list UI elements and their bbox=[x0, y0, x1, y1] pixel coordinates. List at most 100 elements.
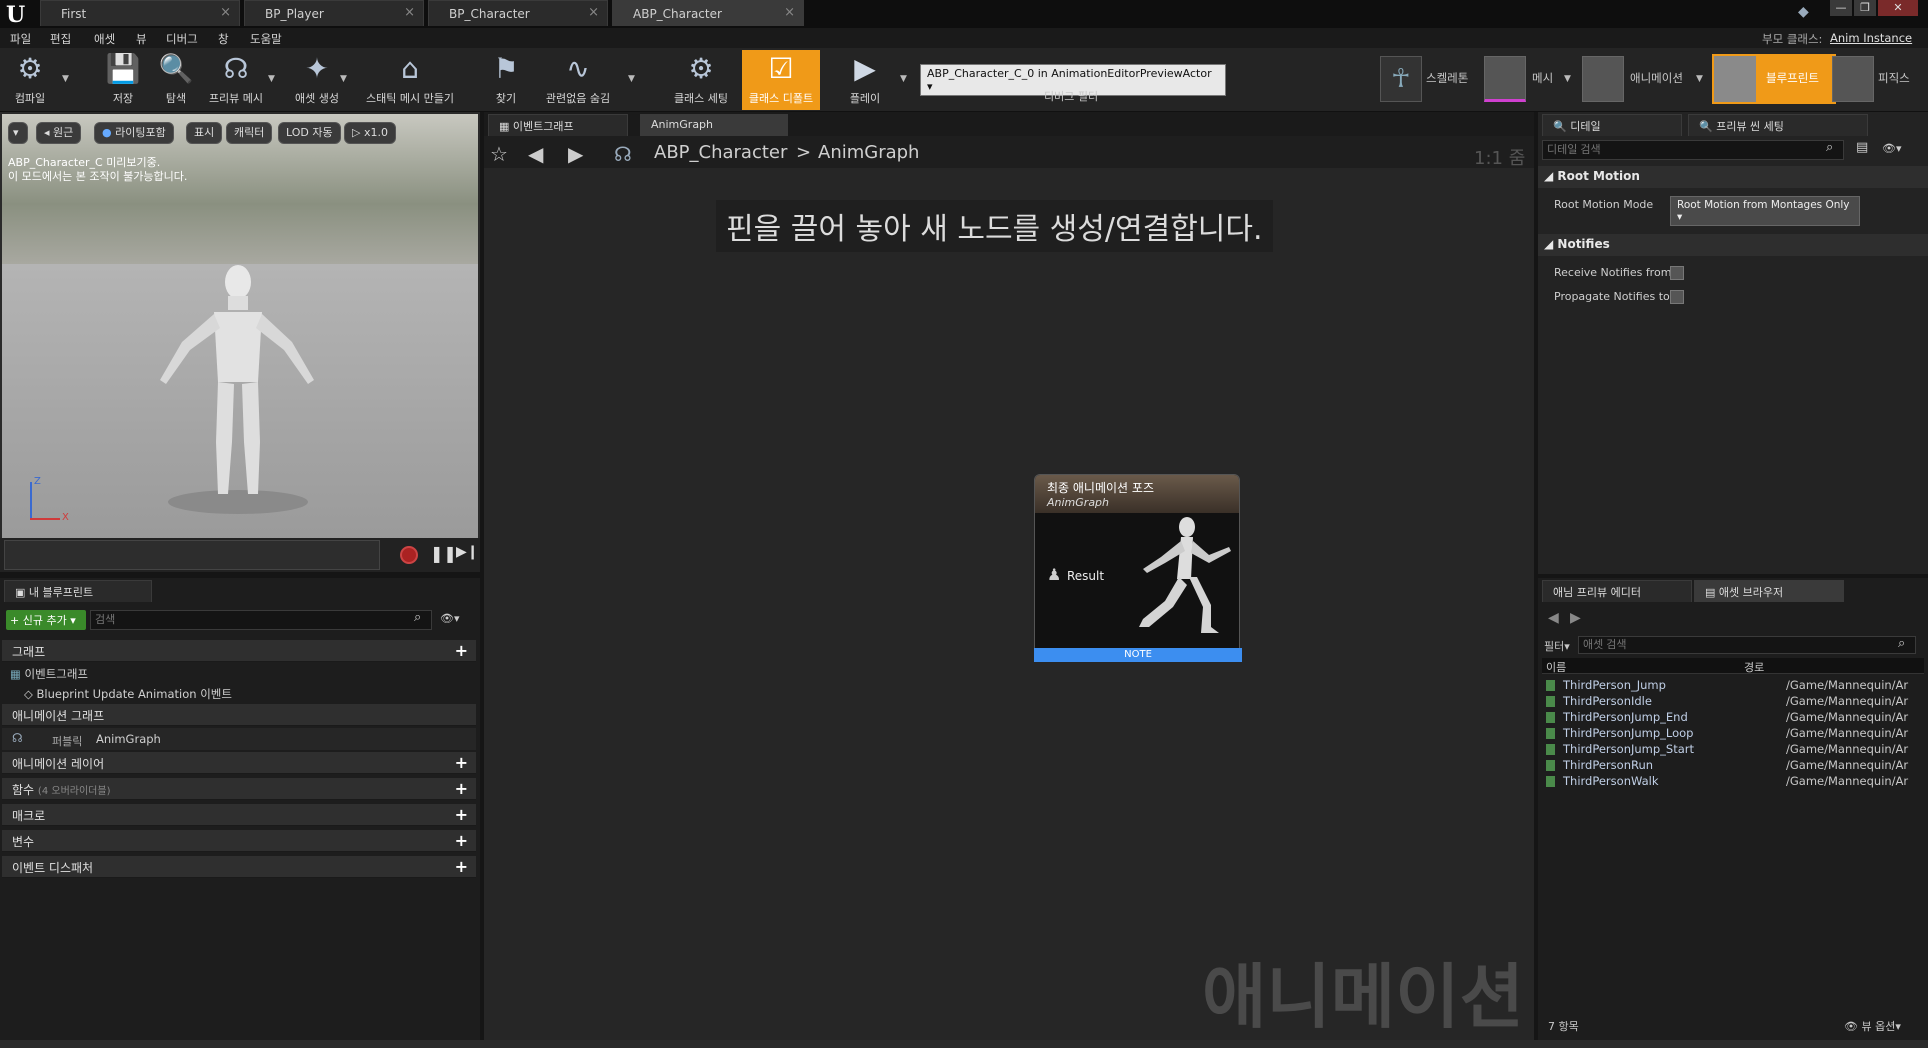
anim-graphs-section[interactable]: 애니메이션 그래프 bbox=[2, 704, 476, 726]
menu-window[interactable]: 창 bbox=[218, 31, 229, 47]
menu-file[interactable]: 파일 bbox=[10, 31, 31, 47]
bottom-scrollbar[interactable] bbox=[0, 1040, 1928, 1048]
menu-help[interactable]: 도움말 bbox=[250, 31, 282, 47]
make-static-mesh-button[interactable]: ⌂ 스태틱 메시 만들기 bbox=[360, 50, 460, 110]
doc-tab-abp-character[interactable]: ABP_Character × bbox=[612, 0, 804, 26]
timeline-track[interactable] bbox=[4, 540, 380, 570]
browse-button[interactable]: 🔍 탐색 bbox=[152, 50, 200, 110]
close-icon[interactable]: × bbox=[588, 5, 599, 20]
graphs-section[interactable]: 그래프 + bbox=[2, 640, 476, 662]
forward-arrow-icon[interactable]: ▶ bbox=[1570, 610, 1581, 626]
note-bar[interactable]: NOTE bbox=[1034, 648, 1242, 662]
functions-section[interactable]: 함수 (4 오버라이더블) + bbox=[2, 778, 476, 800]
mesh-mode-icon[interactable] bbox=[1484, 56, 1526, 102]
chevron-down-icon[interactable]: ▼ bbox=[1696, 74, 1703, 84]
asset-row[interactable]: ThirdPersonWalk/Game/Mannequin/Ar bbox=[1546, 774, 1926, 790]
receive-notifies-checkbox[interactable] bbox=[1670, 266, 1684, 280]
asset-row[interactable]: ThirdPerson_Jump/Game/Mannequin/Ar bbox=[1546, 678, 1926, 694]
filter-button[interactable]: 필터▾ bbox=[1544, 638, 1570, 654]
save-button[interactable]: 💾 저장 bbox=[100, 50, 146, 110]
doc-tab-bp-player[interactable]: BP_Player × bbox=[244, 0, 424, 26]
event-dispatchers-section[interactable]: 이벤트 디스패처 + bbox=[2, 856, 476, 878]
add-function-plus-icon[interactable]: + bbox=[455, 779, 468, 798]
asset-row[interactable]: ThirdPersonJump_Loop/Game/Mannequin/Ar bbox=[1546, 726, 1926, 742]
doc-tab-bp-character[interactable]: BP_Character × bbox=[428, 0, 608, 26]
list-view-icon[interactable]: ▤ bbox=[1856, 140, 1868, 155]
asset-row[interactable]: ThirdPersonRun/Game/Mannequin/Ar bbox=[1546, 758, 1926, 774]
tab-anim-preview-editor[interactable]: 애님 프리뷰 에디터 bbox=[1542, 580, 1692, 602]
viewport-options-button[interactable]: ▾ bbox=[8, 122, 28, 144]
tab-asset-browser[interactable]: ▤ 애셋 브라우저 bbox=[1694, 580, 1844, 602]
visibility-eye-icon[interactable]: 👁▾ bbox=[1882, 142, 1902, 155]
chevron-down-icon[interactable]: ▼ bbox=[340, 74, 347, 84]
variables-section[interactable]: 변수 + bbox=[2, 830, 476, 852]
add-graph-plus-icon[interactable]: + bbox=[455, 641, 468, 660]
asset-row[interactable]: ThirdPersonJump_Start/Game/Mannequin/Ar bbox=[1546, 742, 1926, 758]
graph-canvas[interactable] bbox=[484, 168, 1534, 1048]
skeleton-mode-label[interactable]: 스켈레톤 bbox=[1426, 70, 1468, 86]
event-graph-item[interactable]: ▦ 이벤트그래프 bbox=[10, 666, 88, 682]
blueprint-mode-button[interactable]: 블루프린트 bbox=[1712, 54, 1836, 104]
close-window-icon[interactable]: ✕ bbox=[1878, 0, 1918, 16]
col-name-header[interactable]: 이름 bbox=[1546, 659, 1566, 675]
restore-icon[interactable]: ❐ bbox=[1854, 0, 1876, 16]
step-forward-icon[interactable]: ▶❙ bbox=[456, 544, 479, 560]
play-button[interactable]: ▶ 플레이 bbox=[838, 50, 892, 110]
back-arrow-icon[interactable]: ◀ bbox=[1548, 610, 1559, 626]
menu-debug[interactable]: 디버그 bbox=[166, 31, 198, 47]
lit-button[interactable]: ● 라이팅포함 bbox=[94, 122, 174, 144]
forward-arrow-icon[interactable]: ▶ bbox=[568, 142, 583, 166]
character-button[interactable]: 캐릭터 bbox=[226, 122, 273, 144]
macros-section[interactable]: 매크로 + bbox=[2, 804, 476, 826]
skeleton-mode-icon[interactable]: ☥ bbox=[1380, 56, 1422, 102]
physics-mode-label[interactable]: 피직스 bbox=[1878, 70, 1910, 86]
tab-details[interactable]: 🔍 디테일 bbox=[1542, 114, 1682, 136]
chevron-down-icon[interactable]: ▼ bbox=[268, 74, 275, 84]
search-icon[interactable]: ⌕ bbox=[1826, 140, 1833, 155]
search-icon[interactable]: ⌕ bbox=[1898, 636, 1905, 651]
physics-mode-icon[interactable] bbox=[1832, 56, 1874, 102]
playback-speed-button[interactable]: ▷ x1.0 bbox=[344, 122, 396, 144]
asset-search-input[interactable] bbox=[1578, 636, 1916, 654]
compile-button[interactable]: ⚙ 컴파일 bbox=[4, 50, 56, 110]
anim-layers-section[interactable]: 애니메이션 레이어 + bbox=[2, 752, 476, 774]
back-arrow-icon[interactable]: ◀ bbox=[528, 142, 543, 166]
anim-graph-item[interactable]: ☊ 퍼블릭 AnimGraph bbox=[2, 728, 476, 750]
add-new-button[interactable]: + 신규 추가 ▾ bbox=[6, 610, 86, 630]
root-motion-mode-dropdown[interactable]: Root Motion from Montages Only ▾ bbox=[1670, 196, 1860, 226]
chevron-down-icon[interactable]: ▼ bbox=[900, 74, 907, 84]
perspective-button[interactable]: ◂ 원근 bbox=[36, 122, 82, 144]
hide-unrelated-button[interactable]: ∿ 관련없음 숨김 bbox=[538, 50, 618, 110]
visibility-eye-icon[interactable]: 👁▾ bbox=[440, 612, 460, 625]
add-macro-plus-icon[interactable]: + bbox=[455, 805, 468, 824]
breadcrumb-leaf[interactable]: AnimGraph bbox=[818, 142, 919, 163]
record-icon[interactable] bbox=[400, 546, 418, 564]
show-button[interactable]: 표시 bbox=[186, 122, 223, 144]
preview-viewport[interactable]: ▾ ◂ 원근 ● 라이팅포함 표시 캐릭터 LOD 자동 ▷ x1.0 ABP_… bbox=[0, 112, 480, 542]
chevron-down-icon[interactable]: ▼ bbox=[1564, 74, 1571, 84]
minimize-icon[interactable]: — bbox=[1830, 0, 1852, 16]
blueprint-search-input[interactable] bbox=[90, 610, 432, 630]
notifies-category[interactable]: ◢ Notifies bbox=[1538, 234, 1928, 256]
mesh-mode-label[interactable]: 메시 bbox=[1532, 70, 1553, 86]
animation-mode-icon[interactable] bbox=[1582, 56, 1624, 102]
chevron-down-icon[interactable]: ▼ bbox=[628, 74, 635, 84]
tab-anim-graph[interactable]: AnimGraph bbox=[640, 114, 788, 136]
close-icon[interactable]: × bbox=[220, 5, 231, 20]
create-asset-button[interactable]: ✦ 애셋 생성 bbox=[286, 50, 348, 110]
col-path-header[interactable]: 경로 bbox=[1744, 659, 1764, 675]
menu-asset[interactable]: 애셋 bbox=[94, 31, 115, 47]
tab-event-graph[interactable]: ▦ 이벤트그래프 bbox=[488, 114, 628, 136]
search-icon[interactable]: ⌕ bbox=[414, 610, 421, 625]
source-control-icon[interactable]: ◆ bbox=[1798, 4, 1809, 20]
doc-tab-first[interactable]: First × bbox=[40, 0, 240, 26]
find-button[interactable]: ⚑ 찾기 bbox=[482, 50, 530, 110]
star-icon[interactable]: ☆ bbox=[490, 142, 508, 166]
preview-mesh-button[interactable]: ☊ 프리뷰 메시 bbox=[204, 50, 268, 110]
my-blueprint-tab[interactable]: ▣ 내 블루프린트 bbox=[4, 580, 152, 602]
breadcrumb-root[interactable]: ABP_Character bbox=[654, 142, 787, 163]
final-animation-pose-node[interactable]: 최종 애니메이션 포즈 AnimGraph ♟ Result bbox=[1034, 474, 1240, 654]
lod-button[interactable]: LOD 자동 bbox=[278, 122, 341, 144]
add-variable-plus-icon[interactable]: + bbox=[455, 831, 468, 850]
animation-mode-label[interactable]: 애니메이션 bbox=[1630, 70, 1683, 86]
